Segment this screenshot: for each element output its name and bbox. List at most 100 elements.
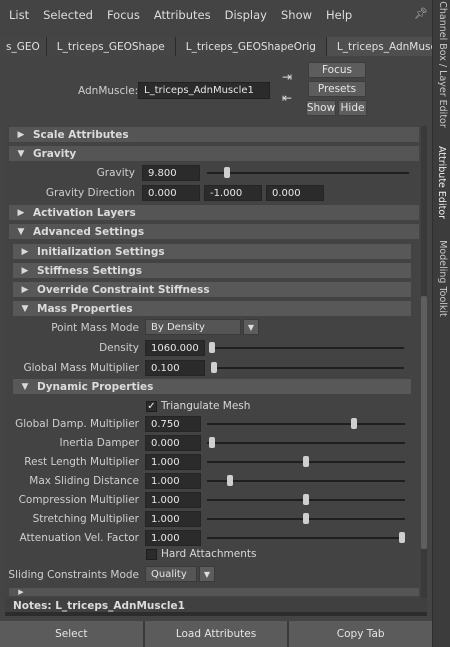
global-mass-multiplier-field[interactable]: 0.100 (145, 360, 205, 376)
point-mass-mode-dropdown[interactable]: By Density (145, 319, 241, 335)
section-title: Dynamic Properties (37, 380, 154, 393)
tab-geoshape[interactable]: L_triceps_GEOShape (46, 37, 176, 56)
tab-geo[interactable]: s_GEO (0, 37, 47, 56)
section-mass-properties[interactable]: ▼ Mass Properties (13, 301, 411, 316)
select-button[interactable]: Select (0, 621, 145, 647)
expanded-arrow-icon: ▼ (21, 303, 29, 314)
section-title: Scale Attributes (33, 128, 129, 141)
tab-geoshapeorig[interactable]: L_triceps_GEOShapeOrig (175, 37, 327, 56)
output-connection-icon[interactable]: ⇤ (282, 92, 298, 104)
global-damp-multiplier-label: Global Damp. Multiplier (15, 418, 139, 430)
rest-length-slider-handle[interactable] (303, 456, 309, 467)
show-button[interactable]: Show (306, 100, 336, 116)
density-slider-track[interactable] (211, 347, 404, 349)
menu-focus[interactable]: Focus (98, 8, 140, 22)
inertia-damper-field[interactable]: 0.000 (145, 435, 201, 451)
gravity-direction-z[interactable]: 0.000 (266, 185, 324, 201)
collapsed-arrow-icon: ▶ (17, 129, 25, 140)
attribute-panel: ▶ Scale Attributes ▼ Gravity Gravity 9.8… (5, 126, 427, 616)
gravity-field[interactable]: 9.800 (142, 165, 200, 181)
hide-button[interactable]: Hide (338, 100, 367, 116)
scrollbar-thumb[interactable] (421, 296, 427, 549)
compression-slider-handle[interactable] (303, 494, 309, 505)
collapsed-arrow-icon: ▶ (18, 588, 24, 596)
inertia-damper-slider-handle[interactable] (209, 437, 215, 448)
triangulate-mesh-checkbox[interactable]: ✓ (146, 401, 157, 412)
menu-show[interactable]: Show (272, 8, 312, 22)
bottom-button-bar: Select Load Attributes Copy Tab (0, 621, 433, 647)
pin-icon[interactable]: 📌︎ (414, 7, 428, 20)
global-damp-multiplier-field[interactable]: 0.750 (145, 416, 201, 432)
inertia-damper-label: Inertia Damper (59, 437, 139, 449)
attenuation-vel-factor-label: Attenuation Vel. Factor (19, 532, 139, 544)
section-partial-next[interactable]: ▶ (9, 588, 419, 596)
inertia-damper-slider-track[interactable] (207, 442, 405, 444)
node-name-field[interactable]: L_triceps_AdnMuscle1 (138, 82, 270, 99)
notes-field[interactable] (5, 612, 427, 616)
collapsed-arrow-icon: ▶ (21, 284, 29, 295)
max-sliding-distance-field[interactable]: 1.000 (145, 473, 201, 489)
menu-bar: List Selected Focus Attributes Display S… (0, 0, 432, 29)
global-mass-slider-track[interactable] (211, 367, 404, 369)
triangulate-mesh-label: Triangulate Mesh (161, 400, 251, 412)
focus-button[interactable]: Focus (308, 62, 366, 78)
compression-multiplier-label: Compression Multiplier (18, 494, 139, 506)
load-attributes-button[interactable]: Load Attributes (144, 621, 290, 647)
section-stiffness-settings[interactable]: ▶ Stiffness Settings (13, 263, 411, 278)
section-title: Gravity (33, 147, 77, 160)
attenuation-vel-factor-field[interactable]: 1.000 (145, 530, 201, 546)
chevron-down-icon[interactable]: ▼ (199, 566, 215, 582)
gravity-direction-y[interactable]: -1.000 (204, 185, 262, 201)
compression-multiplier-field[interactable]: 1.000 (145, 492, 201, 508)
section-title: Stiffness Settings (37, 264, 142, 277)
section-advanced-settings[interactable]: ▼ Advanced Settings (9, 224, 419, 239)
copy-tab-button[interactable]: Copy Tab (289, 621, 433, 647)
gravity-slider-handle[interactable] (224, 167, 230, 178)
rest-length-multiplier-field[interactable]: 1.000 (145, 454, 201, 470)
tab-attribute-editor[interactable]: Attribute Editor (433, 136, 450, 228)
density-slider-handle[interactable] (209, 342, 215, 353)
section-title: Mass Properties (37, 302, 133, 315)
collapsed-arrow-icon: ▶ (17, 207, 25, 218)
notes-label: Notes: L_triceps_AdnMuscle1 (13, 600, 185, 612)
expanded-arrow-icon: ▼ (17, 148, 25, 159)
max-sliding-slider-track[interactable] (207, 480, 405, 482)
sliding-constraints-mode-dropdown[interactable]: Quality (145, 566, 197, 582)
max-sliding-slider-handle[interactable] (227, 475, 233, 486)
menu-display[interactable]: Display (216, 8, 267, 22)
global-mass-slider-handle[interactable] (211, 362, 217, 373)
gravity-slider-track[interactable] (207, 172, 409, 174)
section-dynamic-properties[interactable]: ▼ Dynamic Properties (13, 379, 411, 394)
stretching-multiplier-field[interactable]: 1.000 (145, 511, 201, 527)
global-damp-slider-track[interactable] (207, 423, 405, 425)
sliding-constraints-mode-label: Sliding Constraints Mode (8, 569, 139, 581)
menu-help[interactable]: Help (317, 8, 352, 22)
density-field[interactable]: 1060.000 (145, 340, 205, 356)
attenuation-slider-track[interactable] (207, 537, 405, 539)
section-scale-attributes[interactable]: ▶ Scale Attributes (9, 127, 419, 142)
point-mass-mode-label: Point Mass Mode (51, 322, 139, 334)
hard-attachments-checkbox[interactable] (146, 549, 157, 560)
gravity-direction-x[interactable]: 0.000 (142, 185, 200, 201)
presets-button[interactable]: Presets (308, 81, 366, 97)
menu-attributes[interactable]: Attributes (145, 8, 211, 22)
section-initialization-settings[interactable]: ▶ Initialization Settings (13, 244, 411, 259)
attenuation-slider-handle[interactable] (399, 532, 405, 543)
chevron-down-icon[interactable]: ▼ (243, 319, 259, 335)
stretching-slider-handle[interactable] (303, 513, 309, 524)
expanded-arrow-icon: ▼ (21, 381, 29, 392)
section-activation-layers[interactable]: ▶ Activation Layers (9, 205, 419, 220)
section-title: Advanced Settings (33, 225, 145, 238)
max-sliding-distance-label: Max Sliding Distance (29, 475, 139, 487)
section-gravity[interactable]: ▼ Gravity (9, 146, 419, 161)
tab-modeling-toolkit[interactable]: Modeling Toolkit (433, 234, 450, 322)
global-mass-multiplier-label: Global Mass Multiplier (23, 362, 139, 374)
node-tab-bar: s_GEO L_triceps_GEOShape L_triceps_GEOSh… (0, 37, 450, 56)
menu-selected[interactable]: Selected (34, 8, 93, 22)
section-override-constraint-stiffness[interactable]: ▶ Override Constraint Stiffness (13, 282, 411, 297)
input-connection-icon[interactable]: ⇥ (282, 71, 298, 83)
tab-channel-box[interactable]: Channel Box / Layer Editor (433, 0, 450, 128)
node-type-label: AdnMuscle: (78, 85, 139, 97)
global-damp-slider-handle[interactable] (351, 418, 357, 429)
menu-list[interactable]: List (0, 8, 29, 22)
